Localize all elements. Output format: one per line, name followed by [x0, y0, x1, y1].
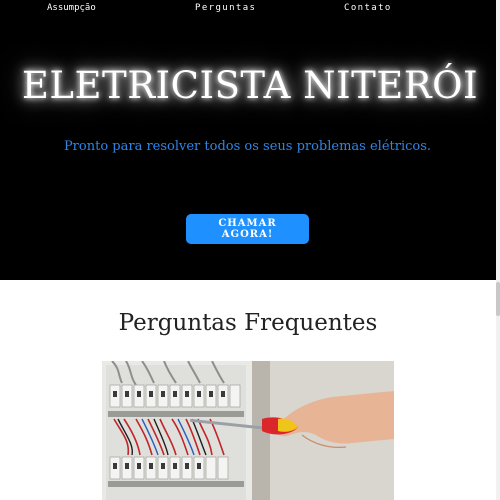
nav-link-contato[interactable]: Contato [344, 3, 392, 13]
scrollbar-thumb[interactable] [496, 282, 500, 316]
electrical-panel-image [102, 361, 394, 500]
nav-link-perguntas[interactable]: Perguntas [195, 3, 256, 13]
nav-link-assumpcao[interactable]: Assumpção [47, 3, 96, 13]
faq-title: Perguntas Frequentes [118, 310, 378, 336]
electrician-photo [102, 361, 394, 500]
hero-title: ELETRICISTA NITERÓI [21, 64, 479, 107]
hero-section: Assumpção Perguntas Contato ELETRICISTA … [0, 0, 500, 280]
call-now-button[interactable]: CHAMAR AGORA! [186, 214, 309, 244]
hero-subtitle: Pronto para resolver todos os seus probl… [63, 139, 432, 154]
page-scrollbar[interactable] [496, 0, 500, 500]
